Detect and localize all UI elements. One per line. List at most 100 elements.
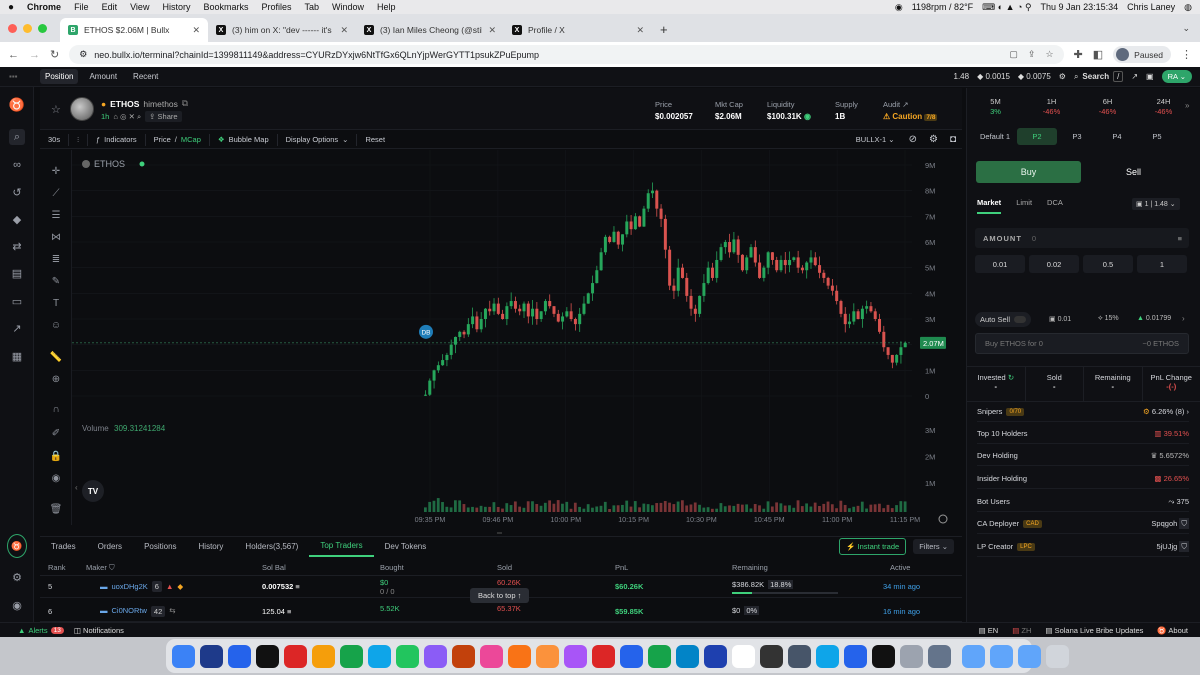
visibility-eye-icon[interactable]: ◉ [49, 471, 63, 485]
minimize-window-button[interactable] [23, 24, 32, 33]
close-tab-icon[interactable]: ✕ [340, 25, 348, 36]
metric-ca-deployer[interactable]: CA Deployer CAD Spqgoh ⛉ [977, 514, 1189, 534]
tf-6h[interactable]: 6H -46% [1085, 88, 1130, 120]
row-maker[interactable]: ▬ uoxDHg2K 6 ▲ ◆ [100, 576, 183, 597]
close-tab-icon[interactable]: ✕ [192, 25, 200, 36]
chart-settings-icon[interactable]: ⚙ [929, 134, 938, 145]
address-bar[interactable]: ⚙ neo.bullx.io/terminal?chainId=13998111… [69, 45, 1064, 64]
launchpad-app-icon[interactable] [256, 644, 279, 668]
siri-icon[interactable]: ◍ [1184, 2, 1192, 13]
tab-dev-tokens[interactable]: Dev Tokens [374, 537, 438, 557]
folder-c-app-icon[interactable] [1018, 644, 1041, 668]
wallet-selector[interactable]: ▣ 1 | 1.48 ⌄ [1132, 198, 1180, 210]
collapse-panel-icon[interactable]: » [1185, 101, 1189, 110]
metric-bot-users[interactable]: Bot Users ⤳ 375 [977, 492, 1189, 512]
apple-icon[interactable]: ● [8, 2, 14, 13]
archive-app-icon[interactable] [928, 644, 951, 668]
lang-zh[interactable]: ▤ ZH [1012, 626, 1031, 635]
xcode-app-icon[interactable] [844, 644, 867, 668]
tf-1h[interactable]: 1H -46% [1029, 88, 1074, 120]
filter-icon[interactable]: ⛉ [109, 563, 115, 573]
search-button[interactable]: ⌕ Search / [1074, 71, 1124, 82]
new-bull-icon[interactable]: ♉ [7, 534, 27, 558]
preset-p5[interactable]: P5 [1137, 128, 1177, 145]
tab-orders[interactable]: Orders [87, 537, 133, 557]
brush-icon[interactable]: ✎ [49, 274, 63, 288]
fan-monitor-icon[interactable]: ◉ [895, 2, 903, 13]
photo-booth-app-icon[interactable] [424, 644, 447, 668]
tf-5m[interactable]: 5M 3% [973, 88, 1018, 120]
col-remaining[interactable]: Remaining [732, 560, 768, 575]
tab-holders[interactable]: Holders(3,567) [234, 537, 309, 557]
app-store-app-icon[interactable] [228, 644, 251, 668]
col-bought[interactable]: Bought [380, 560, 404, 575]
metric-top10[interactable]: Top 10 Holders ▥ 39.51% [977, 424, 1189, 444]
maker-address[interactable]: Ci0NORtw [112, 606, 147, 615]
price-chart[interactable]: 9M8M7M6M5M4M3M2M1M03M2M1M 09:35 PM09:46 … [72, 150, 962, 530]
text-tool-icon[interactable]: T [49, 296, 63, 310]
display-options-button[interactable]: Display Options ⌄ [278, 133, 358, 146]
fan-readout[interactable]: 1198rpm / 82°F [912, 2, 973, 12]
books-app-icon[interactable] [508, 644, 531, 668]
resize-handle-icon[interactable]: ═ [497, 530, 502, 537]
browser-tab-x-3[interactable]: X Profile / X ✕ [504, 18, 652, 42]
close-tab-icon[interactable]: ✕ [636, 25, 644, 36]
share-button[interactable]: ⇪ Share [145, 111, 182, 122]
preset-p2[interactable]: P2 [1017, 128, 1057, 145]
activity-app-icon[interactable] [872, 644, 895, 668]
photos-app-icon[interactable] [536, 644, 559, 668]
tab-position[interactable]: Position [40, 69, 79, 84]
wallet-balance[interactable]: 1.48 [954, 72, 970, 81]
menu-history[interactable]: History [162, 2, 190, 12]
facetime-app-icon[interactable] [340, 644, 363, 668]
mail-app-icon[interactable] [284, 644, 307, 668]
indicators-button[interactable]: ƒ Indicators [88, 133, 146, 146]
briefcase-nav-icon[interactable]: ▤ [9, 265, 25, 281]
telegram-app-icon[interactable] [368, 644, 391, 668]
metric-insider[interactable]: Insider Holding ▩ 26.65% [977, 469, 1189, 489]
instant-trade-button[interactable]: ⚡ Instant trade [839, 538, 907, 555]
browser-tab-bullx[interactable]: B ETHOS $2.06M | Bullx ✕ [60, 18, 208, 42]
zoom-window-button[interactable] [38, 24, 47, 33]
magnet-icon[interactable]: ∩ [49, 402, 63, 416]
ruler-icon[interactable]: 📏 [49, 350, 63, 364]
buy-submit-button[interactable]: Buy ETHOS for 0 ~0 ETHOS [975, 333, 1189, 354]
preset-default[interactable]: Default 1 [973, 128, 1017, 145]
quicktime-app-icon[interactable] [816, 644, 839, 668]
back-to-top-button[interactable]: Back to top ↑ [470, 588, 530, 603]
candle-type-icon[interactable]: ⫶ [69, 133, 88, 146]
lp-value[interactable]: 5jUJjg [1156, 542, 1177, 551]
refresh-icon[interactable]: ↻ [1008, 373, 1014, 382]
tip-setting[interactable]: ▲ 0.01799 [1137, 315, 1171, 322]
lock-drawings-icon[interactable]: 🔒 [49, 449, 63, 463]
menu-file[interactable]: File [74, 2, 89, 12]
tradingview-logo-icon[interactable]: TV [82, 480, 104, 502]
fib-icon[interactable]: ≣ [49, 252, 63, 266]
menu-profiles[interactable]: Profiles [261, 2, 291, 12]
share-icon[interactable]: ⇪ [1028, 49, 1036, 60]
metric-snipers[interactable]: Snipers 0/70 ⚙ 6.26% (8) › [977, 402, 1189, 422]
bullx-chart-selector[interactable]: BULLX-1 ⌄ [856, 135, 895, 144]
document-nav-icon[interactable]: ▦ [9, 348, 25, 364]
metric-lp-creator[interactable]: LP Creator LPC 5jUJjg ⛉ [977, 537, 1189, 557]
quick-amount-1[interactable]: 1 [1137, 255, 1187, 273]
settings-nav-icon[interactable]: ⚙ [9, 569, 25, 585]
tab-history[interactable]: History [188, 537, 235, 557]
crosshair-icon[interactable]: ✛ [49, 164, 63, 178]
filters-button[interactable]: Filters ⌄ [913, 539, 954, 554]
share-link-icon[interactable]: ↗ [1131, 72, 1138, 81]
metric-dev-holding[interactable]: Dev Holding ♛ 5.6572% [977, 446, 1189, 466]
preset-p4[interactable]: P4 [1097, 128, 1137, 145]
col-active[interactable]: Active [890, 560, 910, 575]
preview-app-icon[interactable] [788, 644, 811, 668]
sol-value-1[interactable]: ◆ 0.0015 [977, 72, 1010, 81]
auto-sell-toggle[interactable]: Auto Sell [975, 312, 1032, 327]
folder-a-app-icon[interactable] [962, 644, 985, 668]
quick-amount-05[interactable]: 0.5 [1083, 255, 1133, 273]
calendar-app-icon[interactable] [732, 644, 755, 668]
messages-app-icon[interactable] [396, 644, 419, 668]
order-market[interactable]: Market [977, 198, 1002, 214]
slippage-setting[interactable]: ⟡ 15% [1098, 315, 1119, 323]
interval-selector[interactable]: 30s [40, 133, 70, 146]
col-sol-bal[interactable]: Sol Bal [262, 560, 286, 575]
